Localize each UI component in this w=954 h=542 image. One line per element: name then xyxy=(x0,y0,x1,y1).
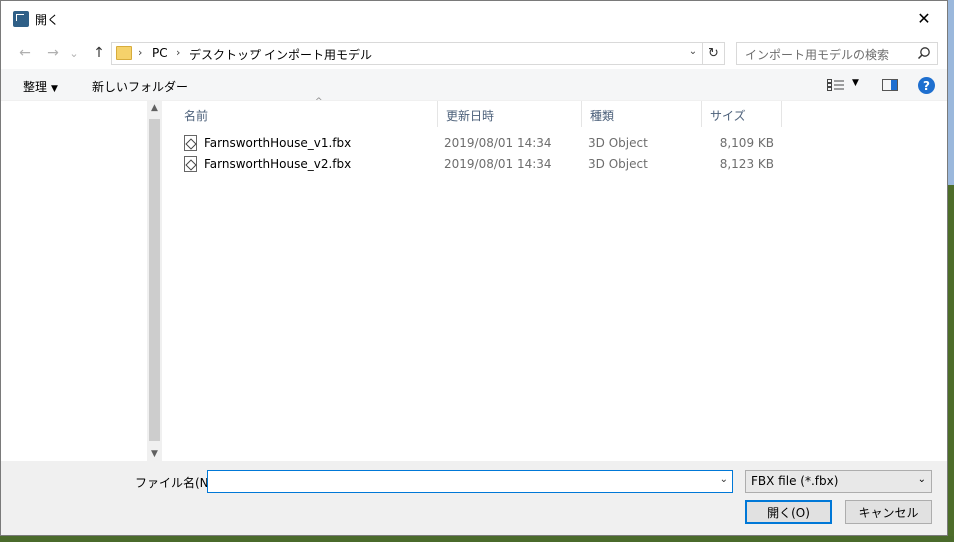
3d-object-file-icon xyxy=(184,156,197,172)
view-options-chevron-icon[interactable]: ▼ xyxy=(852,78,859,88)
organize-label: 整理 xyxy=(23,80,48,94)
sort-ascending-icon: ^ xyxy=(315,97,323,107)
column-header-name-label: 名前 xyxy=(184,109,209,123)
address-dropdown-chevron-icon[interactable]: ⌄ xyxy=(686,46,700,57)
scrollbar-thumb[interactable] xyxy=(149,119,160,441)
open-file-dialog: 開く ✕ ← → ⌄ ↑ › PC › デスクトップ › インポート用モデル ⌄… xyxy=(0,0,948,536)
filename-input[interactable]: ⌄ xyxy=(207,470,733,493)
search-icon[interactable] xyxy=(917,46,931,60)
view-options-icon[interactable] xyxy=(827,79,845,91)
desktop-background-right xyxy=(948,0,954,542)
filename-label: ファイル名(N): xyxy=(135,476,218,490)
navigation-pane[interactable] xyxy=(1,101,147,461)
cancel-button[interactable]: キャンセル xyxy=(845,500,932,524)
breadcrumb-separator[interactable]: › xyxy=(250,46,254,59)
chevron-down-icon: ▼ xyxy=(51,84,58,94)
help-icon[interactable]: ? xyxy=(918,77,935,94)
dialog-footer: ファイル名(N): ⌄ FBX file (*.fbx) ⌄ 開く(O) キャン… xyxy=(1,461,947,535)
column-header-name[interactable]: 名前 ^ xyxy=(176,97,438,127)
breadcrumb-separator[interactable]: › xyxy=(138,46,142,59)
search-placeholder: インポート用モデルの検索 xyxy=(745,48,890,62)
recent-locations-chevron-icon[interactable]: ⌄ xyxy=(67,43,81,63)
breadcrumb-separator[interactable]: › xyxy=(176,46,180,59)
file-name: FarnsworthHouse_v2.fbx xyxy=(204,157,352,171)
file-size: 8,109 KB xyxy=(719,136,774,150)
file-list: 名前 ^ 更新日時 種類 サイズ FarnsworthHouse_v1.fbx … xyxy=(162,97,947,461)
close-button[interactable]: ✕ xyxy=(901,1,947,35)
back-arrow-icon[interactable]: ← xyxy=(15,43,35,63)
filetype-value: FBX file (*.fbx) xyxy=(751,474,839,488)
file-type: 3D Object xyxy=(588,157,648,171)
folder-icon xyxy=(116,46,132,60)
column-header-date[interactable]: 更新日時 xyxy=(438,101,582,127)
window-title: 開く xyxy=(35,13,60,27)
title-bar: 開く ✕ xyxy=(1,1,947,35)
breadcrumb-pc[interactable]: PC xyxy=(152,46,168,60)
breadcrumb-import-models[interactable]: インポート用モデル xyxy=(264,46,372,63)
navigation-pane-scrollbar[interactable]: ▲ ▼ xyxy=(147,101,162,461)
open-button[interactable]: 開く(O) xyxy=(745,500,832,524)
desktop-background-bottom xyxy=(0,536,954,542)
filename-dropdown-chevron-icon[interactable]: ⌄ xyxy=(720,474,728,485)
forward-arrow-icon[interactable]: → xyxy=(43,43,63,63)
search-input[interactable]: インポート用モデルの検索 xyxy=(736,42,938,65)
column-header-type[interactable]: 種類 xyxy=(582,101,702,127)
3d-object-file-icon xyxy=(184,135,197,151)
address-bar[interactable]: › PC › デスクトップ › インポート用モデル ⌄ ↻ xyxy=(111,42,725,65)
file-name: FarnsworthHouse_v1.fbx xyxy=(204,136,352,150)
scroll-up-arrow-icon[interactable]: ▲ xyxy=(147,103,162,113)
file-row[interactable]: FarnsworthHouse_v2.fbx 2019/08/01 14:34 … xyxy=(180,154,780,175)
refresh-icon[interactable]: ↻ xyxy=(702,43,724,64)
navigation-bar: ← → ⌄ ↑ › PC › デスクトップ › インポート用モデル ⌄ ↻ イン… xyxy=(1,37,947,69)
command-toolbar: 整理 ▼ 新しいフォルダー ▼ ? xyxy=(1,69,947,101)
column-header-size[interactable]: サイズ xyxy=(702,101,782,127)
new-folder-button[interactable]: 新しいフォルダー xyxy=(92,78,188,95)
preview-pane-icon[interactable] xyxy=(882,79,898,91)
file-row[interactable]: FarnsworthHouse_v1.fbx 2019/08/01 14:34 … xyxy=(180,133,780,154)
filetype-chevron-down-icon: ⌄ xyxy=(917,474,926,485)
organize-menu-button[interactable]: 整理 ▼ xyxy=(23,78,58,95)
app-icon xyxy=(13,11,29,27)
scroll-down-arrow-icon[interactable]: ▼ xyxy=(147,449,162,459)
file-type: 3D Object xyxy=(588,136,648,150)
up-arrow-icon[interactable]: ↑ xyxy=(89,43,109,63)
file-date: 2019/08/01 14:34 xyxy=(444,136,552,150)
filetype-select[interactable]: FBX file (*.fbx) ⌄ xyxy=(745,470,932,493)
file-size: 8,123 KB xyxy=(719,157,774,171)
file-date: 2019/08/01 14:34 xyxy=(444,157,552,171)
